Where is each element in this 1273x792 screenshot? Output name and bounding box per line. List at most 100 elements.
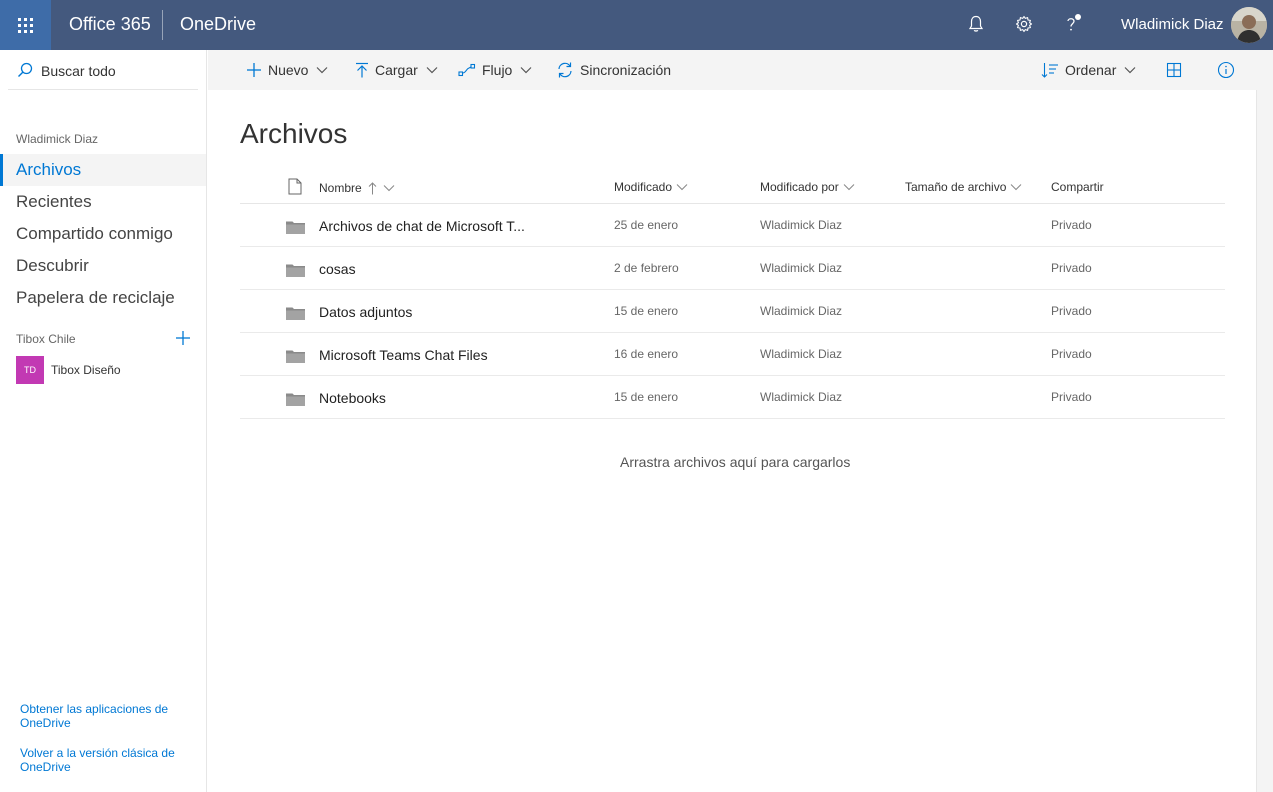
sharing-status[interactable]: Privado [1051, 304, 1092, 318]
search-placeholder: Buscar todo [41, 63, 116, 79]
sync-button-label: Sincronización [580, 62, 672, 78]
column-header-name[interactable]: Nombre [319, 179, 395, 197]
nav-item-papelera[interactable]: Papelera de reciclaje [0, 282, 206, 314]
info-icon [1217, 61, 1235, 79]
help-icon [1067, 14, 1081, 31]
sort-icon [1041, 63, 1058, 78]
new-button-label: Nuevo [268, 62, 309, 78]
table-row[interactable]: Notebooks 15 de enero Wladimick Diaz Pri… [240, 376, 1225, 419]
sync-icon [558, 62, 572, 78]
file-name[interactable]: Archivos de chat de Microsoft T... [319, 218, 525, 234]
column-header-modified-by-label: Modificado por [760, 180, 839, 194]
column-header-name-label: Nombre [319, 181, 362, 195]
file-list-area: Archivos Nombre Modificado Modificado po… [208, 90, 1256, 792]
nav-section-groups: Tibox Chile [16, 332, 76, 346]
flow-button-label: Flujo [482, 62, 513, 78]
page-title: Archivos [240, 118, 348, 149]
table-row[interactable]: Microsoft Teams Chat Files 16 de enero W… [240, 333, 1225, 376]
folder-icon [286, 221, 305, 234]
command-bar: Nuevo Cargar Flujo Sincronización Ordena… [208, 50, 1273, 90]
modified-date: 2 de febrero [614, 261, 679, 275]
file-name[interactable]: cosas [319, 261, 356, 277]
modified-date: 15 de enero [614, 390, 679, 404]
search-icon [18, 62, 33, 77]
column-header-size-label: Tamaño de archivo [905, 180, 1007, 194]
column-header-modified-label: Modificado [614, 180, 673, 194]
modified-by: Wladimick Diaz [760, 261, 843, 275]
upload-icon [356, 62, 368, 78]
suite-header: Office 365 OneDrive Wladimick Diaz [0, 0, 1273, 50]
onedrive-link[interactable]: OneDrive [180, 14, 256, 35]
column-header-share-label: Compartir [1051, 180, 1104, 194]
chevron-down-icon [383, 185, 395, 192]
chevron-down-icon [426, 67, 438, 74]
folder-icon [286, 264, 305, 277]
table-row[interactable]: Datos adjuntos 15 de enero Wladimick Dia… [240, 290, 1225, 333]
office365-link[interactable]: Office 365 [69, 14, 151, 35]
group-tile: TD [16, 356, 44, 384]
search-box[interactable]: Buscar todo [8, 50, 198, 90]
plus-icon [247, 63, 261, 77]
sync-button[interactable]: Sincronización [556, 50, 671, 90]
table-row[interactable]: Archivos de chat de Microsoft T... 25 de… [240, 204, 1225, 247]
modified-by: Wladimick Diaz [760, 218, 843, 232]
sort-button[interactable]: Ordenar [1041, 50, 1136, 90]
modified-by: Wladimick Diaz [760, 390, 843, 404]
avatar[interactable] [1231, 7, 1267, 43]
nav-group-tibox-diseno[interactable]: TD Tibox Diseño [16, 356, 121, 384]
nav-item-descubrir[interactable]: Descubrir [0, 250, 206, 282]
folder-icon [286, 350, 305, 363]
help-button[interactable] [1062, 13, 1084, 35]
user-name[interactable]: Wladimick Diaz [1121, 16, 1224, 33]
flow-icon [458, 63, 476, 77]
column-header-modified[interactable]: Modificado [614, 178, 688, 196]
file-name[interactable]: Notebooks [319, 390, 386, 406]
column-header-share[interactable]: Compartir [1051, 178, 1104, 196]
column-header-size[interactable]: Tamaño de archivo [905, 178, 1022, 196]
info-pane-button[interactable] [1217, 50, 1235, 90]
sharing-status[interactable]: Privado [1051, 218, 1092, 232]
chevron-down-icon [843, 184, 855, 191]
drop-zone-hint: Arrastra archivos aquí para cargarlos [620, 454, 851, 470]
notifications-button[interactable] [965, 13, 987, 35]
column-header-modified-by[interactable]: Modificado por [760, 178, 855, 196]
left-navigation: Buscar todo Wladimick Diaz Archivos Reci… [0, 50, 207, 792]
chevron-down-icon [520, 67, 532, 74]
file-name[interactable]: Microsoft Teams Chat Files [319, 347, 488, 363]
scrollbar-track[interactable] [1256, 90, 1273, 792]
app-launcher-button[interactable] [0, 0, 51, 50]
get-apps-link[interactable]: Obtener las aplicaciones de OneDrive [20, 702, 190, 730]
nav-item-recientes[interactable]: Recientes [0, 186, 206, 218]
flow-button[interactable]: Flujo [458, 50, 532, 90]
modified-by: Wladimick Diaz [760, 304, 843, 318]
gear-icon [1015, 15, 1033, 33]
upload-button-label: Cargar [375, 62, 418, 78]
group-label: Tibox Diseño [51, 363, 121, 377]
file-type-icon [288, 178, 302, 195]
add-group-icon[interactable] [175, 330, 191, 346]
folder-icon [286, 393, 305, 406]
sharing-status[interactable]: Privado [1051, 347, 1092, 361]
upload-button[interactable]: Cargar [355, 50, 438, 90]
modified-date: 25 de enero [614, 218, 679, 232]
grid-view-icon [1166, 62, 1182, 78]
sharing-status[interactable]: Privado [1051, 390, 1092, 404]
nav-section-user: Wladimick Diaz [16, 132, 99, 146]
classic-version-link[interactable]: Volver a la versión clásica de OneDrive [20, 746, 190, 774]
settings-button[interactable] [1013, 13, 1035, 35]
new-button[interactable]: Nuevo [246, 50, 328, 90]
nav-item-compartido[interactable]: Compartido conmigo [0, 218, 206, 250]
chevron-down-icon [676, 184, 688, 191]
modified-by: Wladimick Diaz [760, 347, 843, 361]
user-photo-icon [1231, 7, 1267, 43]
waffle-icon [18, 17, 33, 33]
file-name[interactable]: Datos adjuntos [319, 304, 412, 320]
nav-item-archivos[interactable]: Archivos [0, 154, 206, 186]
bell-icon [968, 15, 984, 32]
modified-date: 15 de enero [614, 304, 679, 318]
folder-icon [286, 307, 305, 320]
table-row[interactable]: cosas 2 de febrero Wladimick Diaz Privad… [240, 247, 1225, 290]
sharing-status[interactable]: Privado [1051, 261, 1092, 275]
view-toggle-button[interactable] [1166, 50, 1182, 90]
modified-date: 16 de enero [614, 347, 679, 361]
